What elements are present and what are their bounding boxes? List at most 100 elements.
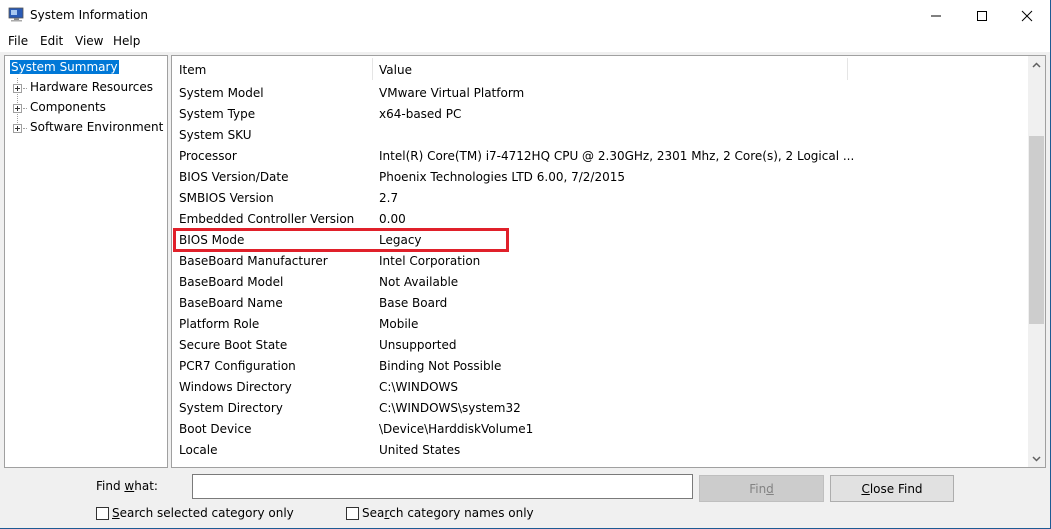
chevron-down-icon (1032, 455, 1041, 462)
accelerator-key: C (861, 481, 870, 496)
minimize-button[interactable] (913, 0, 959, 31)
bios-mode-highlight-box (173, 228, 509, 252)
category-tree[interactable]: System Summary Hardware Resources Compon… (4, 55, 168, 468)
maximize-button[interactable] (959, 0, 1005, 31)
item-cell: BaseBoard Manufacturer (179, 254, 328, 268)
checkbox-label: earch selected category only (119, 506, 294, 520)
item-cell: PCR7 Configuration (179, 359, 296, 373)
expand-icon[interactable] (13, 84, 22, 93)
item-cell: BaseBoard Name (179, 296, 283, 310)
value-cell: United States (379, 443, 461, 457)
expand-icon[interactable] (13, 104, 22, 113)
search-selected-category-checkbox[interactable] (96, 506, 109, 520)
table-row[interactable]: System SKU (172, 125, 1032, 146)
scroll-thumb[interactable] (1029, 136, 1044, 324)
column-header-value[interactable]: Value (379, 63, 412, 77)
table-row[interactable]: Boot Device \Device\HarddiskVolume1 (172, 419, 1032, 440)
table-row[interactable]: Embedded Controller Version 0.00 (172, 209, 1032, 230)
title-bar: System Information (0, 0, 1050, 31)
label-text: hat: (134, 479, 158, 493)
table-row[interactable]: BaseBoard Manufacturer Intel Corporation (172, 251, 1032, 272)
column-separator[interactable] (847, 58, 848, 80)
scroll-up-button[interactable] (1028, 56, 1045, 73)
scroll-down-button[interactable] (1028, 450, 1045, 467)
item-cell: Platform Role (179, 317, 260, 331)
system-information-app-icon (8, 7, 24, 22)
checkbox-label: ch category names only (389, 506, 534, 520)
search-category-names-checkbox[interactable] (346, 506, 359, 520)
item-cell: Secure Boot State (179, 338, 288, 352)
value-cell: Mobile (379, 317, 419, 331)
find-button[interactable]: Fin d (699, 475, 824, 502)
button-text: Fin (749, 481, 767, 496)
close-icon (1021, 10, 1033, 21)
table-row[interactable]: Locale United States (172, 440, 1032, 461)
item-cell: Embedded Controller Version (179, 212, 355, 226)
item-cell: Processor (179, 149, 237, 163)
table-row[interactable]: Secure Boot State Unsupported (172, 335, 1032, 356)
value-cell: Not Available (379, 275, 459, 289)
column-separator[interactable] (372, 58, 373, 80)
value-cell: \Device\HarddiskVolume1 (379, 422, 534, 436)
search-selected-category-only-option[interactable]: Search selected category only (96, 506, 294, 520)
find-what-label: Find what: (96, 479, 158, 493)
accelerator-key: S (112, 506, 120, 520)
tree-connector (23, 128, 27, 129)
accelerator-key: w (124, 479, 135, 493)
item-cell: SMBIOS Version (179, 191, 274, 205)
table-row[interactable]: System Type x64-based PC (172, 104, 1032, 125)
value-cell: Binding Not Possible (379, 359, 502, 373)
menu-view[interactable]: View (75, 34, 103, 48)
chevron-up-icon (1032, 61, 1041, 68)
item-cell: BaseBoard Model (179, 275, 284, 289)
expand-icon[interactable] (13, 124, 22, 133)
table-row[interactable]: BIOS Version/Date Phoenix Technologies LT… (172, 167, 1032, 188)
details-list[interactable]: Item Value System Model VMware Virtual Pl… (171, 55, 1046, 468)
table-row[interactable]: PCR7 Configuration Binding Not Possible (172, 356, 1032, 377)
tree-connector (23, 108, 27, 109)
find-what-input[interactable] (192, 474, 693, 499)
tree-item-software-environment[interactable]: Software Environment (30, 120, 163, 134)
search-category-names-only-option[interactable]: Sea r ch category names only (346, 506, 534, 520)
table-row[interactable]: SMBIOS Version 2.7 (172, 188, 1032, 209)
tree-item-hardware-resources[interactable]: Hardware Resources (30, 80, 153, 94)
table-row[interactable]: BaseBoard Model Not Available (172, 272, 1032, 293)
item-cell: BIOS Version/Date (179, 170, 289, 184)
close-button[interactable] (1004, 0, 1050, 31)
table-row[interactable]: Platform Role Mobile (172, 314, 1032, 335)
table-row[interactable]: Processor Intel(R) Core(TM) i7-4712HQ CPU… (172, 146, 1032, 167)
value-cell: Unsupported (379, 338, 457, 352)
tree-item-system-summary[interactable]: System Summary (10, 60, 119, 74)
menu-file[interactable]: File (8, 34, 28, 48)
value-cell: Phoenix Technologies LTD 6.00, 7/2/2015 (379, 170, 625, 184)
value-cell: Intel Corporation (379, 254, 481, 268)
item-cell: System Model (179, 86, 264, 100)
value-cell: VMware Virtual Platform (379, 86, 525, 100)
value-cell: Base Board (379, 296, 448, 310)
menu-bar: File Edit View Help (0, 31, 1050, 52)
checkbox-label: Sea (362, 506, 385, 520)
table-row[interactable]: Windows Directory C:\WINDOWS (172, 377, 1032, 398)
table-row[interactable]: System Directory C:\WINDOWS\system32 (172, 398, 1032, 419)
value-cell: 0.00 (379, 212, 406, 226)
tree-item-components[interactable]: Components (30, 100, 106, 114)
item-cell: Locale (179, 443, 218, 457)
close-find-button[interactable]: Close Find (830, 475, 954, 502)
table-row[interactable]: System Model VMware Virtual Platform (172, 83, 1032, 104)
value-cell: x64-based PC (379, 107, 462, 121)
menu-edit[interactable]: Edit (40, 34, 63, 48)
table-row[interactable]: BaseBoard Name Base Board (172, 293, 1032, 314)
item-cell: Boot Device (179, 422, 252, 436)
menu-help[interactable]: Help (113, 34, 140, 48)
column-header-item[interactable]: Item (179, 63, 206, 77)
label-text: Find (96, 479, 125, 493)
list-header: Item Value (172, 56, 1032, 83)
value-cell: 2.7 (379, 191, 399, 205)
vertical-scrollbar[interactable] (1028, 56, 1045, 467)
item-cell: System Type (179, 107, 256, 121)
table-row-partial[interactable] (172, 461, 1032, 467)
window-title: System Information (30, 8, 149, 22)
item-cell: System Directory (179, 401, 283, 415)
item-cell: System SKU (179, 128, 252, 142)
value-cell: C:\WINDOWS (379, 380, 459, 394)
